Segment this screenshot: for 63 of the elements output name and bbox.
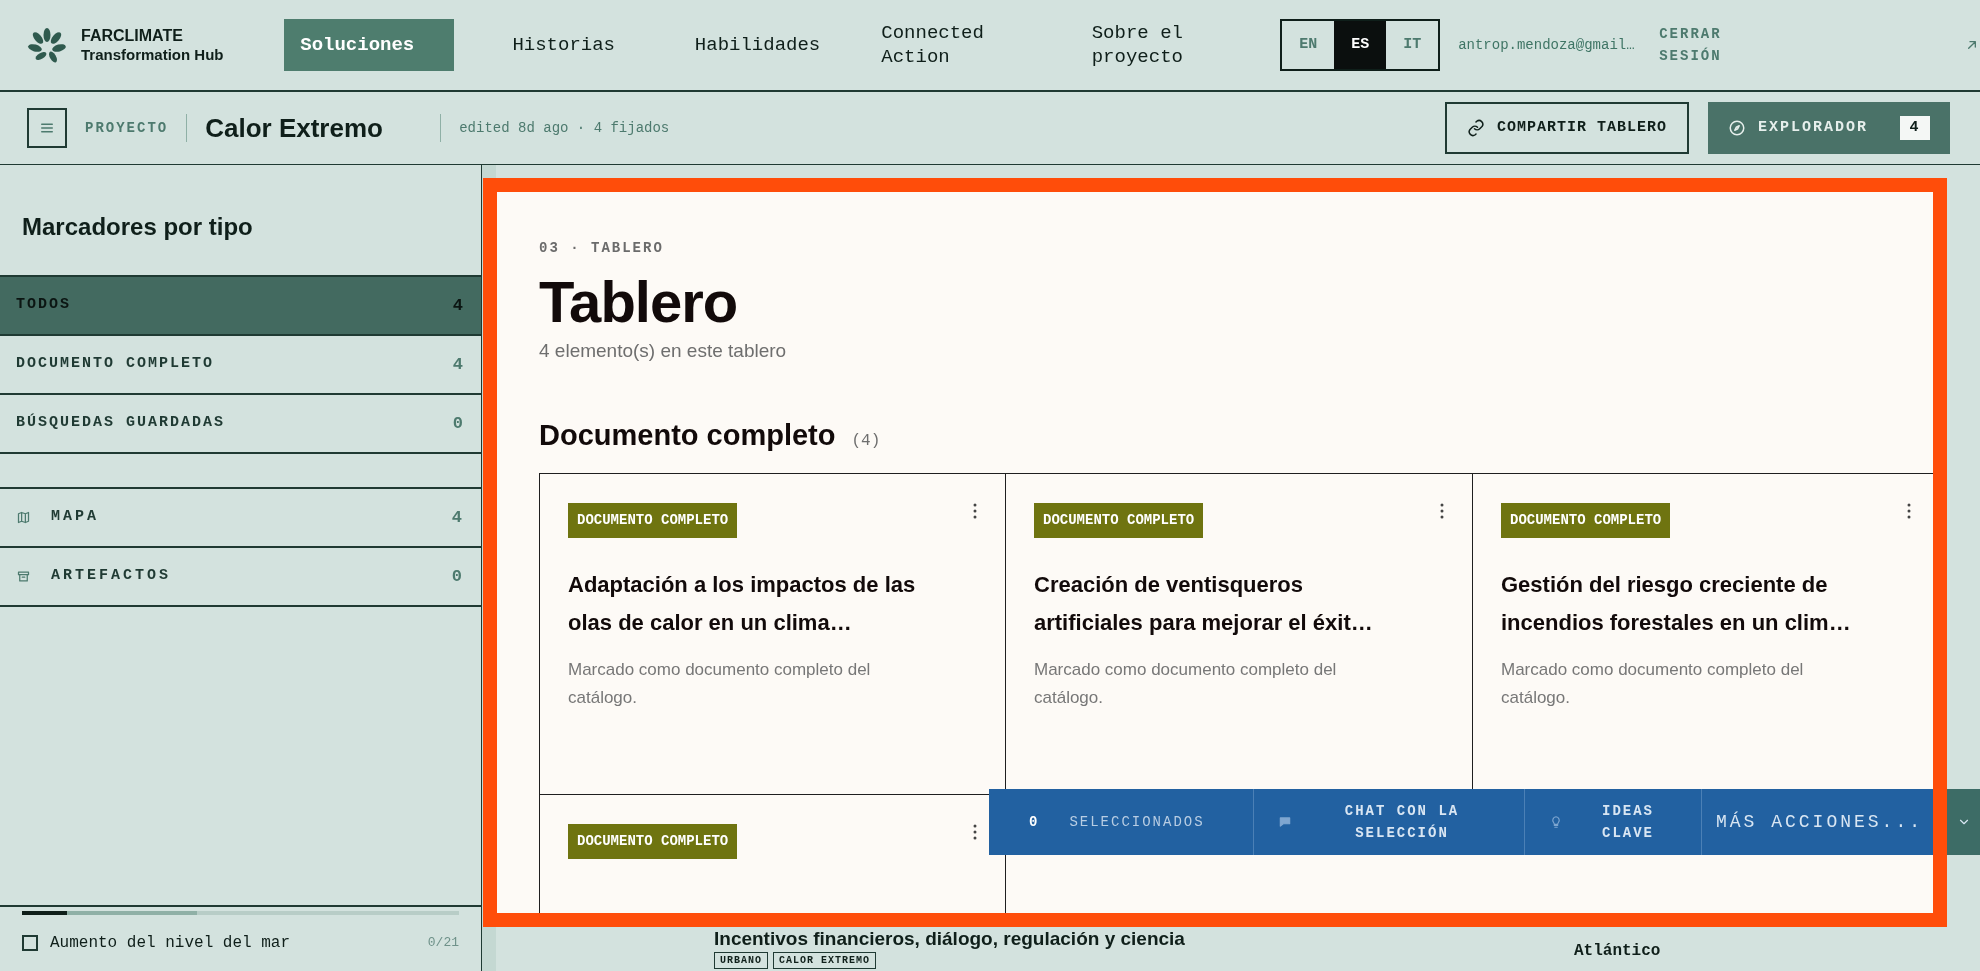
artifacts-view-item[interactable]: ARTEFACTOS 0 (0, 548, 481, 607)
group-title: Documento completo (539, 417, 836, 453)
language-button[interactable]: EN (1282, 21, 1335, 69)
leaf-logo-icon (27, 25, 67, 65)
lightbulb-icon (1549, 815, 1563, 829)
map-icon (16, 510, 31, 525)
card-title[interactable]: Creación de ventisqueros artificiales para mejorar el éxit… (1034, 566, 1404, 642)
language-button[interactable]: ES (1334, 21, 1387, 69)
layer-label: Aumento del nivel del mar (50, 933, 292, 954)
sidebar-title: Marcadores por tipo (21, 212, 254, 242)
board-title: Tablero (539, 269, 739, 335)
more-options-icon[interactable] (1907, 503, 1911, 519)
key-ideas-button[interactable]: IDEAS CLAVE (1525, 789, 1702, 855)
brand-name: FARCLIMATE (81, 26, 184, 45)
nav-link[interactable]: Historias (512, 33, 665, 57)
archive-icon (16, 569, 31, 584)
type-tag: DOCUMENTO COMPLETO (1034, 503, 1204, 538)
map-view-item[interactable]: MAPA 4 (0, 489, 481, 548)
selected-label: SELECCIONADOS (1069, 812, 1205, 832)
share-board-button[interactable]: COMPARTIR TABLERO (1444, 102, 1689, 154)
card-description: Marcado como documento completo del catálogo. (1034, 659, 1338, 709)
type-tag: DOCUMENTO COMPLETO (568, 824, 738, 859)
type-tag: DOCUMENTO COMPLETO (568, 503, 738, 538)
logout-link[interactable]: CERRAR SESIÓN (1659, 23, 1764, 67)
selected-count: 0 (1029, 812, 1040, 832)
board-eyebrow: 03 · TABLERO (539, 239, 665, 258)
link-icon (1466, 119, 1485, 137)
more-options-icon[interactable] (973, 503, 977, 519)
layer-count: 0/21 (427, 934, 459, 953)
card-title[interactable]: Adaptación a los impactos de las olas de calor en un clima… (568, 566, 938, 642)
board-subtitle: 4 elemento(s) en este tablero (539, 339, 788, 363)
explorer-count-badge: 4 (1900, 116, 1930, 140)
more-options-icon[interactable] (1440, 503, 1444, 519)
project-title: Calor Extremo (205, 111, 384, 145)
language-button[interactable]: IT (1386, 21, 1439, 69)
menu-button[interactable] (27, 108, 67, 148)
section-label: PROYECTO (85, 118, 169, 138)
card-description: Marcado como documento completo del catálogo. (1501, 659, 1805, 709)
tag: CALOR EXTREMO (773, 952, 877, 969)
group-count: (4) (851, 430, 881, 452)
chat-selection-button[interactable]: CHAT CON LA SELECCIÓN (1254, 789, 1525, 855)
more-options-icon[interactable] (973, 824, 977, 840)
card-title[interactable]: Gestión del riesgo creciente de incendios forestales en un clim… (1501, 566, 1871, 642)
filter-item[interactable]: DOCUMENTO COMPLETO 4 (0, 336, 481, 395)
chat-bubble-icon (1278, 815, 1292, 829)
explorer-button[interactable]: EXPLORADOR 4 (1708, 102, 1950, 154)
nav-link[interactable]: Habilidades (694, 33, 848, 57)
user-email: antrop.mendoza@gmail… (1458, 35, 1636, 55)
region-label: Atlántico (1574, 941, 1661, 962)
scroll-bar[interactable] (22, 911, 459, 915)
nav-link[interactable]: Connected Action (881, 21, 1034, 69)
checkbox[interactable] (22, 935, 38, 951)
result-title: Incentivos financieros, diálogo, regulación y ciencia (714, 928, 1186, 949)
filter-item[interactable]: BÚSQUEDAS GUARDADAS 0 (0, 395, 481, 454)
type-tag: DOCUMENTO COMPLETO (1501, 503, 1671, 538)
tag: URBANO (714, 952, 768, 969)
more-actions-button[interactable]: MÁS ACCIONES... (1702, 789, 1933, 855)
compass-icon (1728, 119, 1746, 137)
nav-link[interactable]: Soluciones (284, 19, 455, 71)
card-description: Marcado como documento completo del catálogo. (568, 659, 872, 709)
brand-subtitle: Transformation Hub (81, 45, 224, 64)
nav-link[interactable]: Sobre el proyecto (1091, 21, 1245, 69)
project-meta: edited 8d ago · 4 fijados (459, 118, 670, 138)
